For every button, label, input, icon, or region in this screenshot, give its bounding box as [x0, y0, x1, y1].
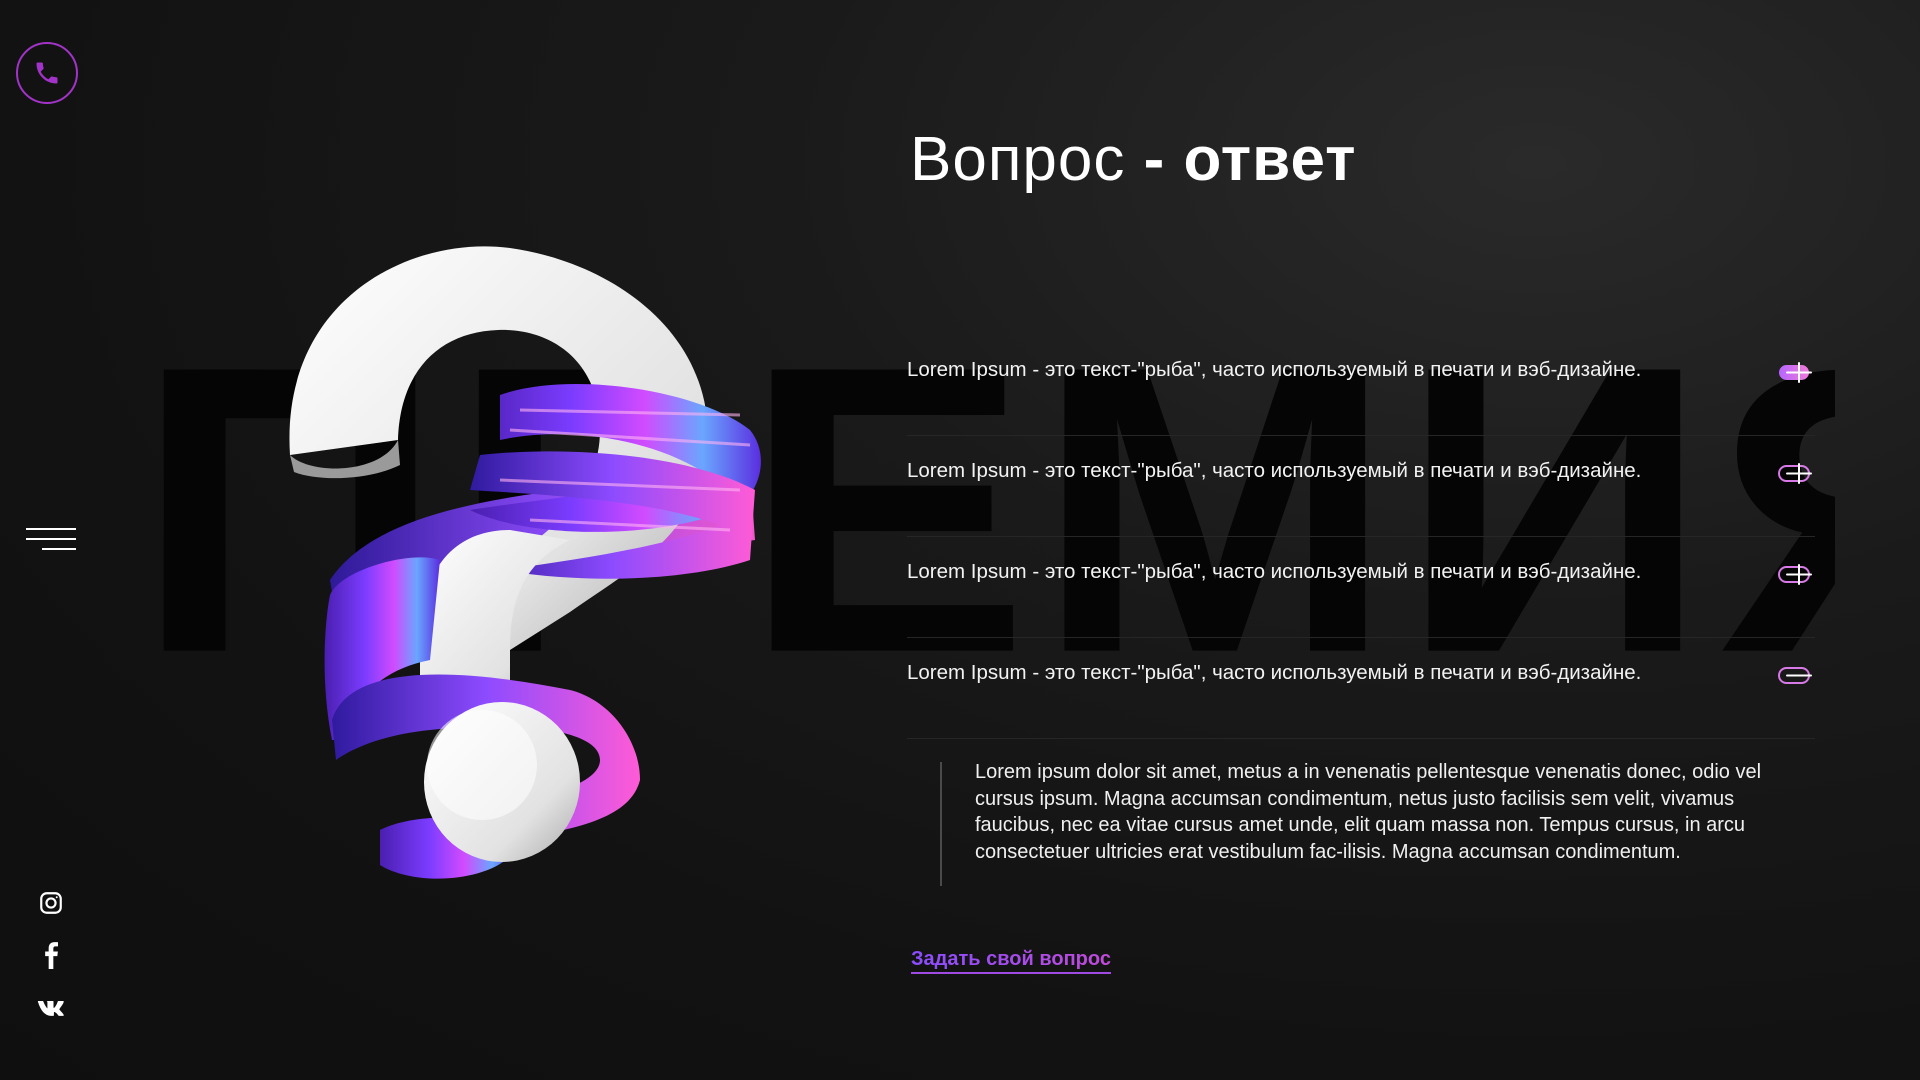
faq-answer: Lorem ipsum dolor sit amet, metus a in v…	[940, 761, 1775, 886]
menu-line	[26, 528, 76, 530]
plus-toggle-icon[interactable]	[1777, 560, 1813, 590]
faq-question: Lorem Ipsum - это текст-"рыба", часто ис…	[907, 560, 1642, 583]
facebook-icon[interactable]	[36, 940, 66, 970]
faq-item[interactable]: Lorem Ipsum - это текст-"рыба", часто ис…	[907, 638, 1815, 739]
phone-button[interactable]	[16, 42, 78, 104]
title-regular: Вопрос	[910, 125, 1126, 194]
menu-line	[26, 538, 76, 540]
faq-item[interactable]: Lorem Ipsum - это текст-"рыба", часто ис…	[907, 537, 1815, 638]
plus-toggle-icon[interactable]	[1777, 358, 1813, 388]
title-bold: - ответ	[1125, 125, 1357, 194]
hamburger-menu-icon[interactable]	[26, 528, 76, 554]
faq-item[interactable]: Lorem Ipsum - это текст-"рыба", часто ис…	[907, 436, 1815, 537]
instagram-icon[interactable]	[36, 888, 66, 918]
faq-question: Lorem Ipsum - это текст-"рыба", часто ис…	[907, 661, 1642, 684]
vk-icon[interactable]	[36, 993, 66, 1023]
minus-toggle-icon[interactable]	[1777, 661, 1813, 691]
faq-question: Lorem Ipsum - это текст-"рыба", часто ис…	[907, 459, 1642, 482]
menu-line	[42, 548, 76, 550]
ask-question-link[interactable]: Задать свой вопрос	[911, 948, 1111, 974]
plus-toggle-icon[interactable]	[1777, 459, 1813, 489]
question-mark-illustration	[289, 246, 761, 879]
phone-icon	[36, 62, 58, 84]
faq-answer-text: Lorem ipsum dolor sit amet, metus a in v…	[975, 761, 1762, 863]
page-title: Вопрос - ответ	[910, 120, 1357, 200]
faq-item[interactable]: Lorem Ipsum - это текст-"рыба", часто ис…	[907, 335, 1815, 436]
faq-list: Lorem Ipsum - это текст-"рыба", часто ис…	[907, 335, 1815, 739]
faq-question: Lorem Ipsum - это текст-"рыба", часто ис…	[907, 358, 1642, 381]
